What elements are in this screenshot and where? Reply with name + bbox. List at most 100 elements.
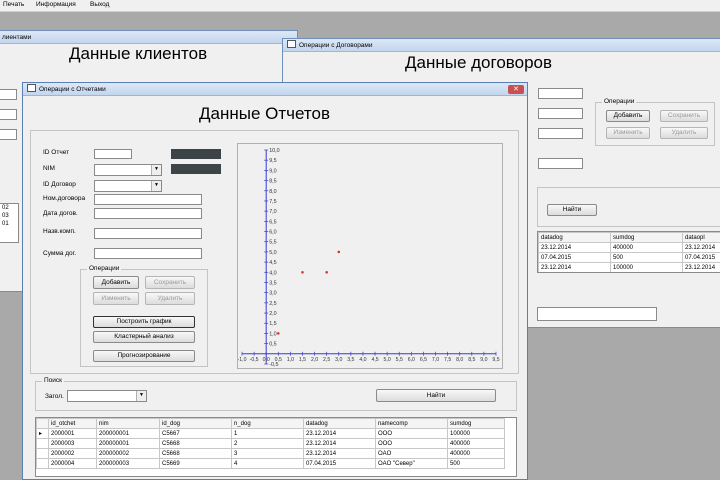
table-cell: OOO (375, 428, 448, 439)
contracts-save-button[interactable]: Сохранить (660, 110, 708, 122)
table-cell: OOO (375, 438, 448, 449)
chevron-down-icon[interactable]: ▼ (151, 165, 161, 175)
contracts-field-4[interactable] (538, 158, 583, 169)
contracts-edit-button[interactable]: Изменить (606, 127, 650, 139)
column-header[interactable]: n_dog (231, 418, 304, 429)
table-row[interactable]: 23.12.2014 100000 23.12.2014 (538, 262, 720, 272)
reports-find-button[interactable]: Найти (376, 389, 496, 402)
chevron-down-icon[interactable]: ▼ (151, 181, 161, 191)
contracts-delete-button[interactable]: Удалить (660, 127, 708, 139)
table-row[interactable]: 2000004 200000003 C5669 4 07.04.2015 OAO… (36, 458, 505, 469)
window-icon (27, 84, 36, 92)
table-row[interactable]: 07.04.2015 500 07.04.2015 (538, 252, 720, 263)
contract-sum-field[interactable] (94, 248, 202, 259)
reports-heading: Данные Отчетов (199, 104, 330, 123)
column-header[interactable]: id_dog (159, 418, 232, 429)
reports-search-group: Поиск Загол. ▼ Найти (35, 377, 517, 411)
table-cell: 400000 (447, 448, 505, 459)
contracts-operations-group: Операции Добавить Сохранить Изменить Уда… (595, 98, 715, 146)
table-cell: 1 (231, 428, 304, 439)
column-header[interactable]: namecomp (375, 418, 448, 429)
dark-display-2 (171, 164, 221, 174)
build-chart-button[interactable]: Построить график (93, 316, 195, 328)
scatter-chart: -1,0 -0,5 0,0 0,5 1,0 1,5 2,0 2,5 3,0 3,5 4,0 4,5 5,… (238, 148, 500, 368)
contracts-operations-label: Операции (602, 98, 637, 105)
clients-field-2[interactable] (0, 109, 17, 120)
reports-window-title: Операции с Отчетами (39, 86, 106, 93)
contracts-window-titlebar: Операции с Договорами (283, 39, 720, 52)
table-cell: 23.12.2014 (682, 262, 720, 272)
contracts-add-button[interactable]: Добавить (606, 110, 650, 122)
y-tick-label: 3,0 (269, 291, 277, 297)
x-tick-label: 3,5 (347, 357, 354, 363)
clients-list[interactable]: 02 03 01 (0, 203, 19, 243)
table-cell: C5668 (159, 438, 232, 449)
table-cell: 400000 (610, 242, 683, 253)
reports-operations-label: Операции (87, 265, 122, 272)
column-header[interactable]: dataopl (682, 232, 720, 243)
contracts-field-3[interactable] (538, 128, 583, 139)
row-selector[interactable] (36, 458, 49, 469)
reports-add-button[interactable]: Добавить (93, 276, 139, 289)
cluster-analysis-button[interactable]: Кластерный анализ (93, 331, 195, 343)
table-cell: 23.12.2014 (682, 242, 720, 253)
x-tick-label: 9,0 (480, 357, 487, 363)
x-tick-label: 7,0 (432, 357, 439, 363)
column-header[interactable]: datadog (538, 232, 611, 243)
clients-list-value: 01 (2, 221, 9, 227)
x-tick-label: 8,0 (456, 357, 463, 363)
menu-exit[interactable]: Выход (90, 1, 109, 8)
query-combobox[interactable]: ▼ (67, 390, 147, 402)
table-row[interactable]: 2000003 200000001 C5668 2 23.12.2014 OOO… (36, 438, 505, 449)
id-report-field[interactable] (94, 149, 132, 159)
row-selector[interactable]: ▸ (36, 428, 49, 439)
row-selector[interactable] (36, 448, 49, 459)
x-tick-label: 8,5 (468, 357, 475, 363)
column-header[interactable]: id_otchet (48, 418, 97, 429)
table-cell: OAO (375, 448, 448, 459)
contracts-field-1[interactable] (538, 88, 583, 99)
contracts-status-field[interactable] (537, 307, 657, 321)
label-contract-no: Ном.договора (43, 195, 86, 202)
contract-no-field[interactable] (94, 194, 202, 205)
reports-table[interactable]: id_otchet nim id_dog n_dog datadog namec… (35, 417, 517, 477)
column-header[interactable]: sumdog (447, 418, 505, 429)
y-tick-label: 7,0 (269, 209, 277, 215)
label-company-name: Назв.комп. (43, 228, 76, 235)
contracts-field-2[interactable] (538, 108, 583, 119)
column-header[interactable]: nim (96, 418, 160, 429)
x-tick-label: 1,0 (287, 357, 294, 363)
table-cell: 3 (231, 448, 304, 459)
clients-field-3[interactable] (0, 129, 17, 140)
x-tick-label: 4,5 (371, 357, 378, 363)
contracts-find-button[interactable]: Найти (547, 204, 597, 216)
label-id-report: ID Отчет (43, 149, 70, 156)
table-row[interactable]: 23.12.2014 400000 23.12.2014 (538, 242, 720, 253)
reports-edit-button[interactable]: Изменить (93, 292, 139, 305)
main-menu-bar: Печать Информация Выход (0, 0, 720, 12)
contracts-table[interactable]: datadog sumdog dataopl 23.12.2014 400000… (537, 231, 720, 273)
menu-info[interactable]: Информация (36, 1, 76, 8)
row-header-corner (36, 418, 49, 429)
x-tick-label: -0,5 (250, 357, 259, 363)
close-icon[interactable]: ✕ (508, 85, 524, 94)
row-selector[interactable] (36, 438, 49, 449)
label-contract-date: Дата догов. (43, 210, 78, 217)
chevron-down-icon[interactable]: ▼ (136, 391, 146, 401)
y-tick-label: 1,0 (269, 331, 277, 337)
table-row[interactable]: ▸ 2000001 200000001 C5667 1 23.12.2014 O… (36, 428, 505, 439)
contracts-heading: Данные договоров (405, 53, 553, 72)
company-name-field[interactable] (94, 228, 202, 239)
table-cell: 23.12.2014 (303, 438, 376, 449)
forecast-button[interactable]: Прогнозирование (93, 350, 195, 362)
column-header[interactable]: datadog (303, 418, 376, 429)
table-row[interactable]: 2000002 200000002 C5668 3 23.12.2014 OAO… (36, 448, 505, 459)
reports-delete-button[interactable]: Удалить (145, 292, 195, 305)
contract-date-field[interactable] (94, 208, 202, 219)
reports-save-button[interactable]: Сохранить (145, 276, 195, 289)
id-contract-combobox[interactable]: ▼ (94, 180, 162, 192)
column-header[interactable]: sumdog (610, 232, 683, 243)
nim-combobox[interactable]: ▼ (94, 164, 162, 176)
menu-print[interactable]: Печать (3, 1, 24, 8)
clients-field-1[interactable] (0, 89, 17, 100)
